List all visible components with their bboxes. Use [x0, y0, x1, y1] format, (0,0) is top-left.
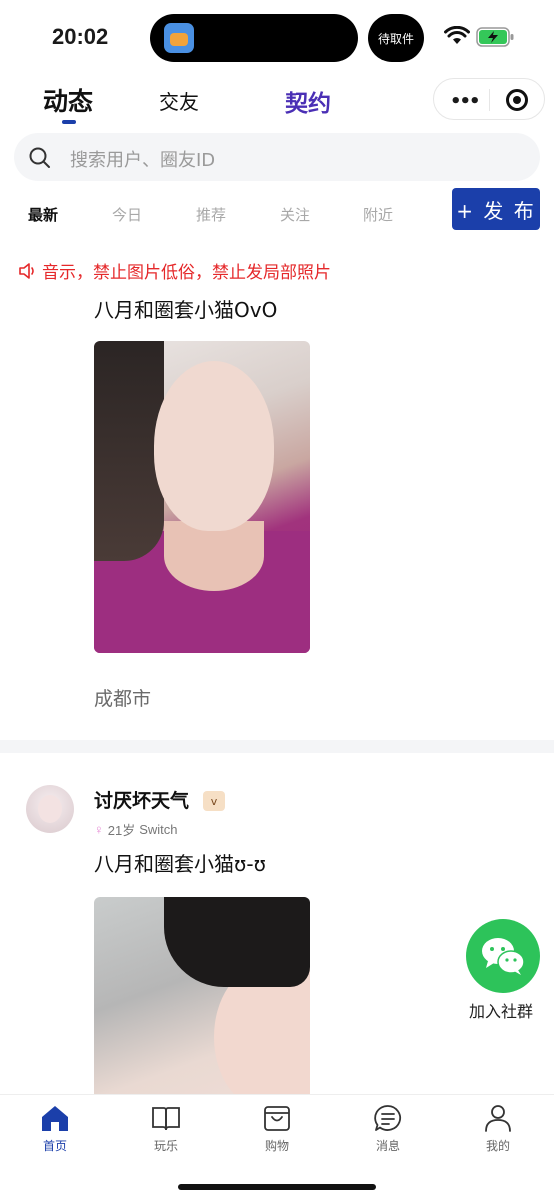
post-location: 成都市 [94, 688, 152, 710]
speaker-icon [19, 262, 34, 279]
home-indicator[interactable] [178, 1184, 376, 1190]
search-bar[interactable]: 搜索用户、圈友ID [14, 133, 540, 181]
tab-contract[interactable]: 契约 [285, 84, 331, 118]
more-icon[interactable]: ••• [450, 91, 480, 112]
photo-hair [164, 897, 310, 987]
filter-today[interactable]: 今日 [112, 204, 142, 225]
wifi-icon [444, 26, 470, 44]
nav-play[interactable]: 玩乐 [126, 1103, 206, 1154]
post-text: 八月和圈套小猫ʊ-ʊ [94, 852, 266, 876]
bag-icon [264, 1106, 290, 1131]
nav-home[interactable]: 首页 [15, 1103, 95, 1154]
female-icon: ♀ [94, 822, 104, 837]
tab-feed[interactable]: 动态 [43, 82, 93, 118]
tab-active-indicator [62, 120, 76, 124]
photo-face [214, 967, 310, 1107]
user-age: 21岁 [107, 823, 136, 838]
post-divider [0, 740, 554, 753]
photo-skin [164, 521, 264, 591]
post-photo[interactable] [94, 341, 310, 653]
nav-label: 我的 [485, 1139, 510, 1153]
search-icon [29, 147, 50, 168]
book-icon [152, 1107, 180, 1131]
publish-button[interactable]: + 发 布 [452, 188, 540, 230]
post-user-meta: ♀ 21岁 Switch [94, 820, 178, 839]
close-target-icon[interactable] [506, 89, 528, 111]
battery-icon [476, 27, 514, 47]
nav-shop[interactable]: 购物 [237, 1103, 317, 1154]
post-photo[interactable] [94, 897, 310, 1107]
home-icon [42, 1106, 68, 1131]
miniapp-capsule: ••• [433, 78, 545, 120]
status-time: 20:02 [52, 24, 109, 49]
nav-label: 玩乐 [153, 1139, 178, 1153]
top-header: 动态 交友 契约 ••• [0, 76, 554, 126]
filter-tabs: 最新 今日 推荐 关注 附近 + 发 布 [0, 188, 554, 234]
dynamic-island[interactable] [150, 14, 358, 62]
search-placeholder: 搜索用户、圈友ID [70, 150, 216, 171]
nav-messages[interactable]: 消息 [348, 1103, 428, 1154]
join-group-label[interactable]: 加入社群 [469, 998, 533, 1022]
capsule-divider [489, 89, 490, 111]
filter-latest[interactable]: 最新 [28, 204, 58, 225]
nav-profile[interactable]: 我的 [458, 1103, 538, 1154]
user-device: Switch [139, 822, 178, 837]
person-icon [485, 1105, 511, 1132]
message-icon [374, 1105, 401, 1131]
post-username[interactable]: 讨厌坏天气 [94, 786, 189, 813]
post-text: 八月和圈套小猫OvO [94, 298, 278, 322]
nav-label: 购物 [264, 1139, 289, 1153]
app-icon [164, 23, 194, 53]
avatar[interactable] [26, 785, 74, 833]
filter-recommend[interactable]: 推荐 [196, 204, 226, 225]
pickup-pill[interactable]: 待取件 [368, 14, 424, 62]
vip-badge-icon: v [203, 791, 225, 811]
wechat-icon [482, 938, 525, 975]
photo-face [154, 361, 274, 531]
tab-friends[interactable]: 交友 [159, 86, 199, 115]
filter-nearby[interactable]: 附近 [363, 204, 393, 225]
nav-label: 消息 [375, 1139, 400, 1153]
status-bar: 20:02 待取件 [0, 0, 554, 76]
notice-text: 音示，禁止图片低俗，禁止发局部照片 [42, 263, 331, 283]
notice-banner: 音示，禁止图片低俗，禁止发局部照片 [18, 258, 331, 283]
nav-label: 首页 [42, 1139, 67, 1153]
filter-follow[interactable]: 关注 [280, 204, 310, 225]
join-group-button[interactable] [466, 919, 540, 993]
